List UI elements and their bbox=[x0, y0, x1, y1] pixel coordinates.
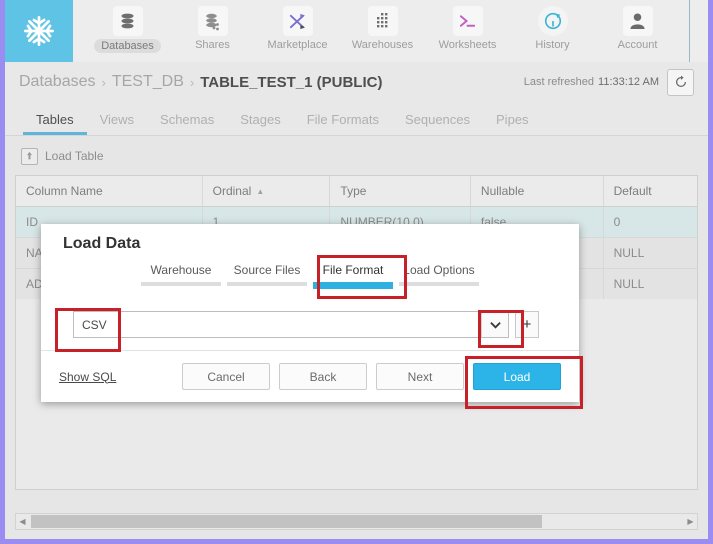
refresh-icon bbox=[675, 75, 686, 88]
file-format-select[interactable]: CSV bbox=[73, 311, 509, 338]
nav-item-marketplace[interactable]: Marketplace bbox=[255, 0, 340, 51]
cancel-button[interactable]: Cancel bbox=[182, 363, 270, 390]
nav-item-account[interactable]: Account bbox=[595, 0, 680, 51]
back-button[interactable]: Back bbox=[279, 363, 367, 390]
grid-dots-icon bbox=[367, 6, 398, 36]
wizard-step-label: Load Options bbox=[403, 263, 475, 277]
nav-label-history: History bbox=[535, 39, 570, 51]
wizard-step-file-format[interactable]: File Format bbox=[310, 263, 396, 289]
top-navbar: Databases Shares Marketplace Warehouses … bbox=[5, 0, 708, 63]
tab-schemas[interactable]: Schemas bbox=[147, 112, 227, 135]
tab-views[interactable]: Views bbox=[87, 112, 147, 135]
breadcrumb-separator: › bbox=[101, 74, 106, 90]
nav-item-warehouses[interactable]: Warehouses bbox=[340, 0, 425, 51]
breadcrumb-item-databases[interactable]: Databases bbox=[19, 73, 96, 91]
wizard-step-load-options[interactable]: Load Options bbox=[396, 263, 482, 289]
scroll-right-arrow-icon[interactable]: ▶ bbox=[684, 517, 697, 526]
load-button[interactable]: Load bbox=[473, 363, 561, 390]
scrollbar-track[interactable] bbox=[29, 515, 684, 528]
load-table-button[interactable]: Load Table bbox=[45, 149, 104, 163]
grid-header-nullable[interactable]: Nullable bbox=[471, 176, 604, 206]
grid-header-default[interactable]: Default bbox=[604, 176, 697, 206]
wizard-step-bar bbox=[227, 282, 307, 286]
cell-default: NULL bbox=[613, 277, 645, 291]
database-icon bbox=[112, 6, 143, 36]
dialog-footer: Show SQL Cancel Back Next Load bbox=[41, 350, 579, 402]
nav-label-marketplace: Marketplace bbox=[267, 39, 328, 51]
wizard-step-label: File Format bbox=[322, 263, 384, 277]
horizontal-scrollbar[interactable]: ◀ ▶ bbox=[15, 513, 698, 530]
snowflake-logo-icon bbox=[24, 16, 54, 46]
wizard-step-bar bbox=[399, 282, 479, 286]
clock-refresh-icon bbox=[537, 6, 568, 36]
breadcrumb-bar: Databases › TEST_DB › TABLE_TEST_1 (PUBL… bbox=[5, 62, 708, 102]
wizard-step-label: Source Files bbox=[233, 263, 301, 277]
scrollbar-thumb[interactable] bbox=[31, 515, 542, 528]
nav-label-databases: Databases bbox=[94, 39, 161, 53]
tab-bar: Tables Views Schemas Stages File Formats… bbox=[5, 102, 708, 136]
nav-item-worksheets[interactable]: Worksheets bbox=[425, 0, 510, 51]
file-format-value: CSV bbox=[82, 317, 107, 332]
nav-item-databases[interactable]: Databases bbox=[85, 0, 170, 53]
dialog-button-group: Cancel Back Next Load bbox=[173, 363, 561, 390]
grid-header-ordinal[interactable]: Ordinal ▲ bbox=[203, 176, 331, 206]
wizard-step-source-files[interactable]: Source Files bbox=[224, 263, 310, 289]
cell-default: NULL bbox=[613, 246, 645, 260]
nav-label-shares: Shares bbox=[195, 39, 230, 51]
breadcrumb-item-table: TABLE_TEST_1 (PUBLIC) bbox=[200, 73, 383, 91]
upload-table-icon bbox=[21, 147, 38, 165]
wizard-step-bar bbox=[313, 282, 393, 289]
dialog-title: Load Data bbox=[63, 235, 141, 252]
breadcrumb-separator: › bbox=[189, 74, 195, 90]
scroll-left-arrow-icon[interactable]: ◀ bbox=[16, 517, 29, 526]
shuffle-arrows-icon bbox=[282, 6, 313, 36]
nav-item-history[interactable]: History bbox=[510, 0, 595, 51]
sort-ascending-icon: ▲ bbox=[256, 186, 265, 196]
load-data-dialog: Load Data Warehouse Source Files File Fo… bbox=[41, 224, 579, 402]
grid-header-row: Column Name Ordinal ▲ Type Nullable Defa… bbox=[16, 176, 697, 207]
grid-header-column-name[interactable]: Column Name bbox=[16, 176, 203, 206]
nav-label-warehouses: Warehouses bbox=[351, 39, 414, 51]
tab-sequences[interactable]: Sequences bbox=[392, 112, 483, 135]
grid-header-ordinal-label: Ordinal bbox=[212, 184, 252, 198]
refresh-button[interactable] bbox=[667, 68, 694, 96]
show-sql-link[interactable]: Show SQL bbox=[59, 370, 116, 384]
refresh-group: Last refreshed 11:33:12 AM bbox=[523, 68, 694, 96]
share-database-icon bbox=[197, 6, 228, 36]
grid-toolbar: Load Table bbox=[5, 137, 708, 175]
add-file-format-button[interactable]: + bbox=[515, 311, 539, 338]
navbar-items: Databases Shares Marketplace Warehouses … bbox=[73, 0, 681, 62]
last-refreshed-label: Last refreshed bbox=[523, 76, 595, 88]
grid-header-type[interactable]: Type bbox=[330, 176, 471, 206]
next-button[interactable]: Next bbox=[376, 363, 464, 390]
snowflake-logo[interactable] bbox=[5, 0, 73, 62]
breadcrumb-item-database[interactable]: TEST_DB bbox=[112, 73, 184, 91]
wizard-steps: Warehouse Source Files File Format Load … bbox=[41, 263, 579, 289]
tab-tables[interactable]: Tables bbox=[23, 112, 87, 135]
wizard-step-warehouse[interactable]: Warehouse bbox=[138, 263, 224, 289]
chevron-down-icon[interactable] bbox=[481, 312, 508, 337]
tab-file-formats[interactable]: File Formats bbox=[294, 112, 392, 135]
partner-connect-group[interactable]: Partner Conne bbox=[689, 0, 708, 62]
nav-item-shares[interactable]: Shares bbox=[170, 0, 255, 51]
tab-stages[interactable]: Stages bbox=[227, 112, 293, 135]
terminal-prompt-icon bbox=[452, 6, 483, 36]
wizard-step-label: Warehouse bbox=[150, 263, 212, 277]
cell-default: 0 bbox=[613, 215, 621, 229]
nav-label-account: Account bbox=[617, 39, 658, 51]
last-refreshed-time: 11:33:12 AM bbox=[598, 76, 659, 88]
user-avatar-icon bbox=[622, 6, 653, 36]
wizard-step-bar bbox=[141, 282, 221, 286]
file-format-row: CSV + bbox=[73, 311, 579, 338]
tab-pipes[interactable]: Pipes bbox=[483, 112, 542, 135]
nav-label-worksheets: Worksheets bbox=[438, 39, 497, 51]
app-window: Databases Shares Marketplace Warehouses … bbox=[0, 0, 713, 544]
